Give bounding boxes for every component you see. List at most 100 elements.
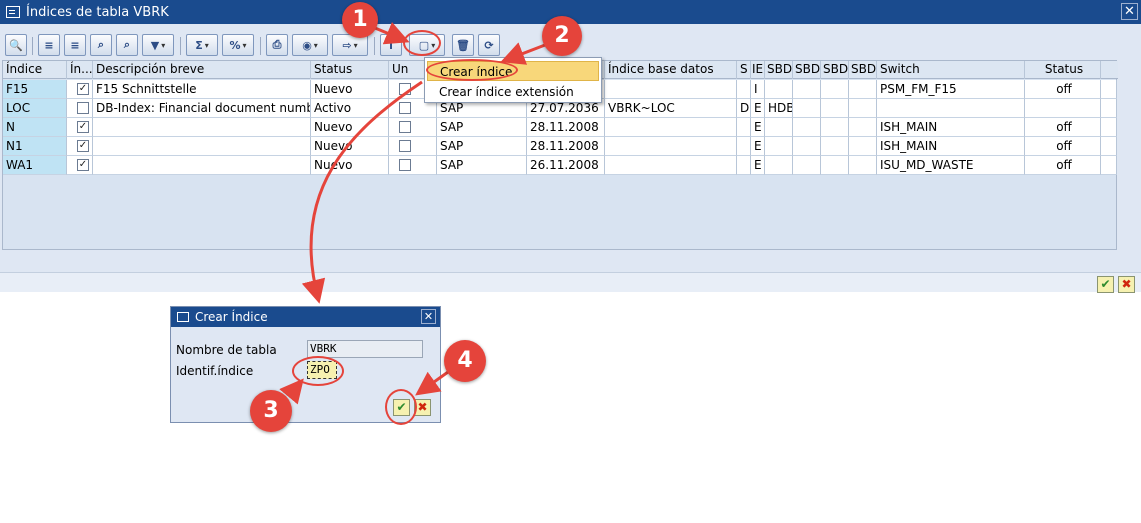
cell-sbd4: [849, 99, 877, 118]
cell-indice[interactable]: N1: [3, 137, 67, 156]
checkbox[interactable]: [77, 101, 89, 114]
filter-button[interactable]: ▼: [142, 34, 174, 56]
subtotal-button[interactable]: %: [222, 34, 254, 56]
cell-dbindex: [605, 137, 737, 156]
cell-switch: ISU_MD_WASTE: [877, 156, 1025, 175]
cell-desc: [93, 118, 311, 137]
cell-dbindex: [605, 118, 737, 137]
cancel-button[interactable]: ✖: [1118, 276, 1135, 293]
cell-pad: [1101, 118, 1117, 137]
menu-item-create-extension-index[interactable]: Crear índice extensión: [427, 82, 599, 102]
cell-dbindex: [605, 80, 737, 99]
checkbox[interactable]: [399, 101, 411, 114]
close-button[interactable]: ✕: [1121, 3, 1138, 20]
cell-date: 28.11.2008: [527, 118, 605, 137]
cell-date: 28.11.2008: [527, 137, 605, 156]
cell-status2: off: [1025, 118, 1101, 137]
cell-dbindex: [605, 156, 737, 175]
window-title: Índices de tabla VBRK: [26, 4, 169, 20]
info-icon[interactable]: i: [380, 34, 402, 56]
cell-status: Nuevo: [311, 137, 389, 156]
cell-sbd3: [821, 80, 849, 99]
table-name-field[interactable]: VBRK: [307, 340, 423, 358]
cell-switch: [877, 99, 1025, 118]
cell-sbd3: [821, 99, 849, 118]
cell-in: ✓: [67, 156, 93, 175]
cell-s: [737, 137, 751, 156]
cell-desc: DB-Index: Financial document number: [93, 99, 311, 118]
find-icon[interactable]: ⌕: [90, 34, 112, 56]
cell-indice[interactable]: LOC: [3, 99, 67, 118]
cell-switch: ISH_MAIN: [877, 137, 1025, 156]
cell-sbd2: [793, 80, 821, 99]
views-button[interactable]: ◉: [292, 34, 328, 56]
cell-s: [737, 156, 751, 175]
print-icon[interactable]: ⎙: [266, 34, 288, 56]
cell-sbd3: [821, 137, 849, 156]
cell-un: [389, 118, 437, 137]
col-sbd3[interactable]: SBD: [821, 61, 849, 79]
cell-ie: E: [751, 118, 765, 137]
highlight-ring: [385, 389, 417, 425]
cell-desc: [93, 137, 311, 156]
confirm-button[interactable]: ✔: [1097, 276, 1114, 293]
cell-sbd1: [765, 137, 793, 156]
delete-icon[interactable]: 🗑: [452, 34, 474, 56]
checkbox[interactable]: [399, 158, 411, 171]
cell-indice[interactable]: WA1: [3, 156, 67, 175]
col-s[interactable]: S: [737, 61, 751, 79]
cell-s: D: [737, 99, 751, 118]
col-status[interactable]: Status: [311, 61, 389, 79]
col-switch[interactable]: Switch: [877, 61, 1025, 79]
cell-status: Nuevo: [311, 118, 389, 137]
cell-indice[interactable]: F15: [3, 80, 67, 99]
details-button[interactable]: 🔍: [5, 34, 27, 56]
refresh-icon[interactable]: ⟳: [478, 34, 500, 56]
highlight-ring: [403, 30, 441, 56]
sort-ascending-button[interactable]: ≡: [38, 34, 60, 56]
checkbox[interactable]: [399, 120, 411, 133]
cell-sbd3: [821, 118, 849, 137]
cell-date: 26.11.2008: [527, 156, 605, 175]
cell-src: SAP: [437, 137, 527, 156]
checkbox[interactable]: ✓: [77, 158, 89, 171]
dialog-close-button[interactable]: ✕: [421, 309, 436, 324]
label-index-id: Identif.índice: [176, 364, 254, 378]
checkbox[interactable]: ✓: [77, 82, 89, 95]
dialog-title: Crear Índice: [195, 310, 268, 324]
col-sbd1[interactable]: SBD: [765, 61, 793, 79]
checkbox[interactable]: [399, 139, 411, 152]
col-dbindex[interactable]: Índice base datos: [605, 61, 737, 79]
col-desc[interactable]: Descripción breve: [93, 61, 311, 79]
footer-bar: ✔ ✖: [0, 272, 1141, 293]
col-sbd4[interactable]: SBD: [849, 61, 877, 79]
cell-indice[interactable]: N: [3, 118, 67, 137]
cell-src: SAP: [437, 118, 527, 137]
col-status2[interactable]: Status: [1025, 61, 1101, 79]
cell-ie: E: [751, 99, 765, 118]
cell-ie: E: [751, 137, 765, 156]
highlight-ring: [426, 59, 518, 81]
checkbox[interactable]: ✓: [77, 139, 89, 152]
sort-descending-button[interactable]: ≡: [64, 34, 86, 56]
cell-in: ✓: [67, 118, 93, 137]
checkbox[interactable]: [399, 82, 411, 95]
col-in[interactable]: Ín...: [67, 61, 93, 79]
cell-status2: off: [1025, 156, 1101, 175]
cell-status2: off: [1025, 137, 1101, 156]
cell-status: Nuevo: [311, 156, 389, 175]
cell-sbd4: [849, 118, 877, 137]
cell-sbd1: [765, 80, 793, 99]
cell-ie: E: [751, 156, 765, 175]
cell-switch: PSM_FM_F15: [877, 80, 1025, 99]
col-sbd2[interactable]: SBD: [793, 61, 821, 79]
sum-button[interactable]: Σ: [186, 34, 218, 56]
checkbox[interactable]: ✓: [77, 120, 89, 133]
col-indice[interactable]: Índice: [3, 61, 67, 79]
cell-in: ✓: [67, 80, 93, 99]
cell-sbd4: [849, 137, 877, 156]
cell-switch: ISH_MAIN: [877, 118, 1025, 137]
cell-dbindex: VBRK~LOC: [605, 99, 737, 118]
find-next-icon[interactable]: ⌕: [116, 34, 138, 56]
col-ie[interactable]: IE: [751, 61, 765, 79]
